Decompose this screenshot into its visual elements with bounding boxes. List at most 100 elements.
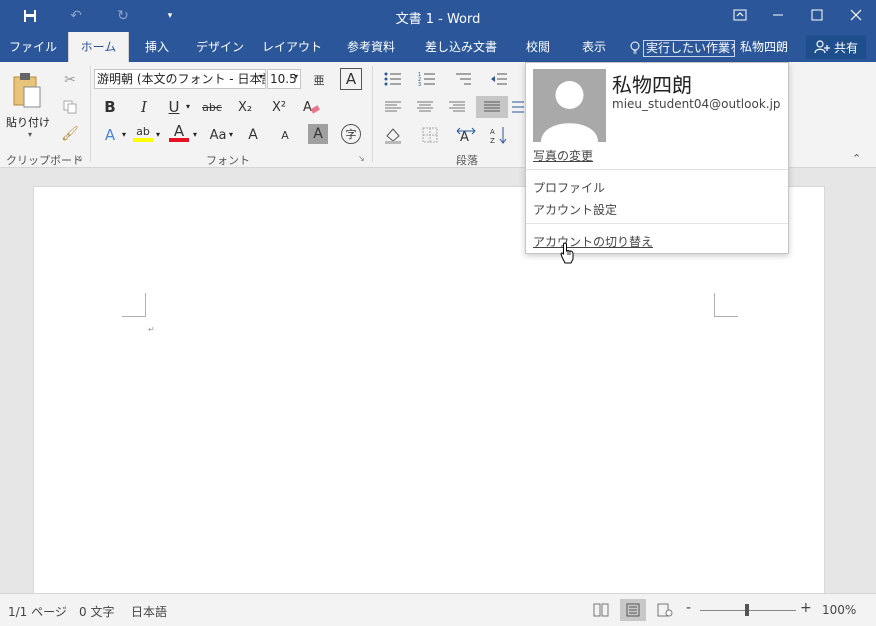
font-size-dropdown-icon[interactable]: ▾	[294, 72, 298, 81]
distributed-icon[interactable]	[512, 98, 524, 116]
ribbon-tabs: ファイル ホーム 挿入 デザイン レイアウト 参考資料 差し込み文書 校閲 表示…	[0, 32, 876, 62]
font-group-label: フォント	[206, 154, 250, 167]
print-layout-icon[interactable]	[620, 599, 646, 621]
page-count[interactable]: 1/1 ページ	[8, 603, 67, 620]
paste-dropdown-icon[interactable]: ▾	[28, 130, 32, 139]
character-border-button[interactable]: A	[340, 68, 362, 90]
tab-home[interactable]: ホーム	[68, 32, 129, 62]
asian-layout-icon[interactable]: A	[452, 124, 480, 146]
text-effects-button[interactable]: A	[100, 124, 120, 146]
share-button[interactable]: 共有	[806, 35, 866, 59]
avatar	[533, 69, 606, 142]
tab-layout[interactable]: レイアウト	[262, 32, 322, 62]
tell-me-input[interactable]: 実行したい作業を入	[643, 39, 735, 57]
title-bar: ↶ ↻ ▾ 文書 1 - Word	[0, 0, 876, 32]
underline-button[interactable]: U	[164, 96, 184, 118]
font-size-value: 10.5	[270, 72, 297, 86]
italic-button[interactable]: I	[134, 96, 154, 118]
tab-design[interactable]: デザイン	[193, 32, 247, 62]
svg-text:A: A	[460, 130, 469, 143]
profile-link[interactable]: プロファイル	[533, 179, 605, 196]
change-case-button[interactable]: Aa	[206, 124, 230, 146]
font-name-select[interactable]: 游明朝 (本文のフォント - 日本語	[94, 69, 266, 89]
shading-icon[interactable]	[380, 124, 408, 146]
tab-file[interactable]: ファイル	[0, 32, 66, 62]
zoom-out-button[interactable]: -	[686, 600, 691, 616]
share-person-icon	[814, 40, 830, 54]
maximize-icon[interactable]	[799, 0, 835, 30]
multilevel-list-icon[interactable]	[452, 70, 474, 88]
strikethrough-button[interactable]: abc	[198, 96, 226, 118]
bullets-icon[interactable]	[382, 70, 404, 88]
highlight-color-bar	[133, 137, 153, 142]
font-name-dropdown-icon[interactable]: ▾	[259, 72, 263, 81]
margin-corner-top-left	[122, 293, 146, 317]
subscript-button[interactable]: X₂	[234, 96, 256, 118]
borders-icon[interactable]	[416, 124, 444, 146]
highlight-button[interactable]: ab	[132, 122, 154, 144]
font-color-button[interactable]: A	[168, 122, 190, 144]
copy-icon[interactable]	[60, 97, 80, 117]
font-name-value: 游明朝 (本文のフォント - 日本語	[97, 72, 266, 86]
close-icon[interactable]	[838, 0, 874, 30]
sort-icon[interactable]: AZ	[488, 124, 510, 146]
cut-icon[interactable]: ✂	[60, 70, 80, 90]
account-popup: 私物四朗 mieu_student04@outlook.jp 写真の変更 プロフ…	[525, 62, 789, 254]
tab-view[interactable]: 表示	[574, 32, 614, 62]
clipboard-launcher-icon[interactable]: ↘	[76, 154, 83, 163]
text-effects-dropdown-icon[interactable]: ▾	[122, 130, 126, 139]
align-center-icon[interactable]	[414, 98, 436, 116]
tab-review[interactable]: 校閲	[518, 32, 558, 62]
tab-references[interactable]: 参考資料	[340, 32, 402, 62]
superscript-button[interactable]: X²	[268, 96, 290, 118]
svg-text:3: 3	[418, 82, 421, 86]
grow-font-button[interactable]: A	[244, 124, 262, 146]
tab-mailings[interactable]: 差し込み文書	[420, 32, 502, 62]
paste-button[interactable]	[8, 70, 46, 110]
account-settings-link[interactable]: アカウント設定	[533, 201, 617, 218]
shrink-font-button[interactable]: A	[276, 124, 294, 146]
zoom-slider-thumb[interactable]	[745, 604, 749, 616]
account-name[interactable]: 私物四朗	[740, 32, 788, 62]
popup-user-name: 私物四朗	[612, 73, 692, 97]
paste-icon	[13, 73, 41, 108]
tab-insert[interactable]: 挿入	[136, 32, 178, 62]
share-label: 共有	[833, 40, 858, 55]
lightbulb-icon	[630, 41, 640, 54]
paragraph-group-label: 段落	[456, 154, 478, 167]
svg-text:Z: Z	[490, 137, 495, 144]
font-launcher-icon[interactable]: ↘	[358, 154, 365, 163]
language-indicator[interactable]: 日本語	[131, 603, 167, 620]
svg-text:A: A	[303, 100, 312, 115]
highlight-dropdown-icon[interactable]: ▾	[156, 130, 160, 139]
underline-dropdown-icon[interactable]: ▾	[186, 102, 190, 111]
align-right-icon[interactable]	[446, 98, 468, 116]
phonetic-guide-label: 亜	[313, 74, 325, 87]
enclosed-character-button[interactable]: 字	[341, 124, 361, 144]
switch-account-link[interactable]: アカウントの切り替え	[533, 233, 653, 250]
numbering-icon[interactable]: 123	[416, 70, 438, 88]
ribbon-display-options-icon[interactable]	[722, 0, 758, 30]
change-case-dropdown-icon[interactable]: ▾	[229, 130, 233, 139]
read-mode-icon[interactable]	[588, 599, 614, 621]
minimize-icon[interactable]	[760, 0, 796, 30]
clipboard-group-label: クリップボード	[6, 154, 83, 167]
bold-button[interactable]: B	[100, 96, 120, 118]
decrease-indent-icon[interactable]	[488, 70, 510, 88]
margin-corner-top-right	[714, 293, 738, 317]
phonetic-guide-button[interactable]: 亜	[308, 68, 330, 92]
character-shading-button[interactable]: A	[308, 124, 328, 144]
zoom-in-button[interactable]: +	[800, 600, 812, 616]
align-left-icon[interactable]	[382, 98, 404, 116]
word-count[interactable]: 0 文字	[79, 603, 114, 620]
zoom-level[interactable]: 100%	[822, 603, 856, 617]
clear-formatting-icon[interactable]: A	[300, 96, 322, 118]
format-painter-icon[interactable]: 🖌	[60, 124, 80, 144]
collapse-ribbon-icon[interactable]: ⌃	[852, 152, 861, 165]
web-layout-icon[interactable]	[652, 599, 678, 621]
font-color-dropdown-icon[interactable]: ▾	[193, 130, 197, 139]
status-bar: 1/1 ページ 0 文字 日本語 - + 100%	[0, 593, 876, 626]
justify-icon[interactable]	[476, 96, 508, 118]
tell-me-search[interactable]: 実行したい作業を入	[630, 39, 735, 57]
change-photo-link[interactable]: 写真の変更	[533, 147, 593, 164]
